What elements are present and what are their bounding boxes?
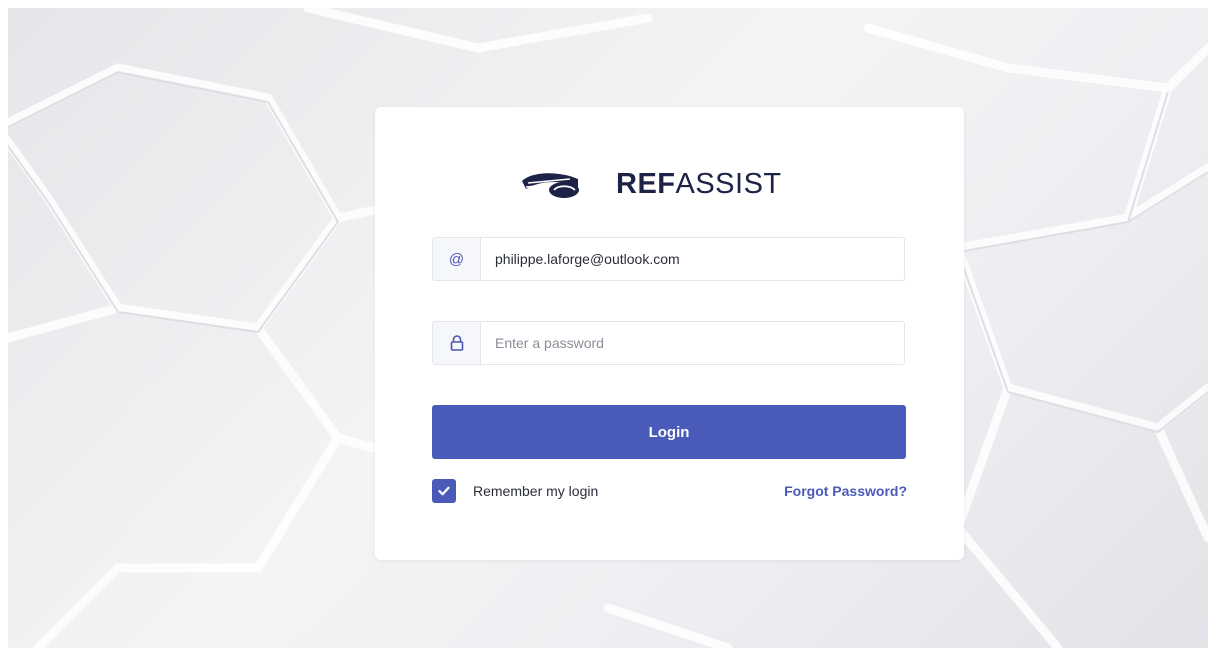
remember-login-row[interactable]: Remember my login <box>432 479 598 503</box>
vehicle-wing-icon <box>522 173 579 198</box>
lock-icon <box>433 322 481 364</box>
password-input[interactable] <box>481 322 904 364</box>
remember-label: Remember my login <box>473 483 599 499</box>
brand-name-light: ASSIST <box>675 167 782 200</box>
brand-name: REFASSIST <box>616 168 782 201</box>
password-field <box>432 321 905 365</box>
remember-checkbox[interactable] <box>432 479 456 503</box>
login-page: REFASSIST @ Login Remember my login <box>0 0 1208 648</box>
brand-logo: REFASSIST <box>520 164 782 204</box>
email-input[interactable] <box>481 238 904 280</box>
login-card: REFASSIST @ Login Remember my login <box>375 107 964 560</box>
at-sign-icon: @ <box>433 238 481 280</box>
email-field: @ <box>432 237 905 281</box>
login-button[interactable]: Login <box>432 405 906 459</box>
check-icon <box>438 486 450 496</box>
brand-name-bold: REF <box>616 167 676 200</box>
forgot-password-link[interactable]: Forgot Password? <box>784 483 907 499</box>
